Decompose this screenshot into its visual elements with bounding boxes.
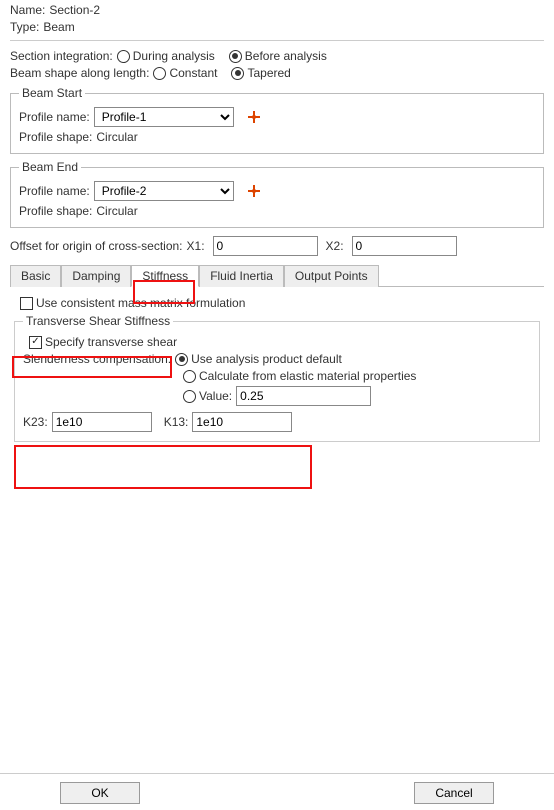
radio-tapered[interactable] bbox=[231, 67, 244, 80]
slenderness-label: Slenderness compensation: bbox=[23, 352, 171, 366]
k13-label: K13: bbox=[164, 415, 189, 429]
radio-constant[interactable] bbox=[153, 67, 166, 80]
k13-input[interactable] bbox=[192, 412, 292, 432]
beam-end-profile-select[interactable]: Profile-2 bbox=[94, 181, 234, 201]
k23-input[interactable] bbox=[52, 412, 152, 432]
k23-label: K23: bbox=[23, 415, 48, 429]
create-profile-icon[interactable] bbox=[246, 109, 262, 125]
beam-end-legend: Beam End bbox=[19, 160, 81, 174]
radio-analysis-default-label[interactable]: Use analysis product default bbox=[191, 352, 342, 366]
use-consistent-label[interactable]: Use consistent mass matrix formulation bbox=[36, 296, 245, 310]
beam-start-profile-select[interactable]: Profile-1 bbox=[94, 107, 234, 127]
beam-end-profile-shape-value: Circular bbox=[96, 204, 137, 218]
beam-start-profile-name-label: Profile name: bbox=[19, 110, 90, 124]
x2-label: X2: bbox=[326, 239, 344, 253]
tab-damping[interactable]: Damping bbox=[61, 265, 131, 287]
beam-start-profile-shape-label: Profile shape: bbox=[19, 130, 92, 144]
create-profile-icon[interactable] bbox=[246, 183, 262, 199]
beam-start-legend: Beam Start bbox=[19, 86, 85, 100]
radio-tapered-label[interactable]: Tapered bbox=[247, 66, 290, 80]
radio-value-label[interactable]: Value: bbox=[199, 389, 232, 403]
radio-before-analysis-label[interactable]: Before analysis bbox=[245, 49, 327, 63]
beam-end-profile-name-label: Profile name: bbox=[19, 184, 90, 198]
ok-button[interactable]: OK bbox=[60, 782, 140, 804]
radio-before-analysis[interactable] bbox=[229, 50, 242, 63]
radio-constant-label[interactable]: Constant bbox=[169, 66, 217, 80]
specify-transverse-checkbox[interactable]: ✓ bbox=[29, 336, 42, 349]
beam-end-profile-shape-label: Profile shape: bbox=[19, 204, 92, 218]
name-label: Name: bbox=[10, 3, 45, 17]
tab-stiffness[interactable]: Stiffness bbox=[131, 265, 199, 287]
x1-label: X1: bbox=[187, 239, 205, 253]
tab-fluid-inertia[interactable]: Fluid Inertia bbox=[199, 265, 284, 287]
cancel-button[interactable]: Cancel bbox=[414, 782, 494, 804]
tab-basic[interactable]: Basic bbox=[10, 265, 61, 287]
button-bar: OK Cancel bbox=[0, 773, 554, 804]
beam-start-group: Beam Start Profile name: Profile-1 Profi… bbox=[10, 86, 544, 154]
radio-elastic-props-label[interactable]: Calculate from elastic material properti… bbox=[199, 369, 416, 383]
radio-during-analysis[interactable] bbox=[117, 50, 130, 63]
offset-label: Offset for origin of cross-section: bbox=[10, 239, 183, 253]
x1-input[interactable] bbox=[213, 236, 318, 256]
name-value: Section-2 bbox=[49, 3, 100, 17]
tab-bar: Basic Damping Stiffness Fluid Inertia Ou… bbox=[10, 264, 544, 287]
type-label: Type: bbox=[10, 20, 39, 34]
divider bbox=[10, 40, 544, 41]
specify-transverse-label[interactable]: Specify transverse shear bbox=[45, 335, 177, 349]
transverse-shear-legend: Transverse Shear Stiffness bbox=[23, 314, 173, 328]
radio-elastic-props[interactable] bbox=[183, 370, 196, 383]
beam-start-profile-shape-value: Circular bbox=[96, 130, 137, 144]
x2-input[interactable] bbox=[352, 236, 457, 256]
stiffness-panel: Use consistent mass matrix formulation T… bbox=[10, 287, 544, 452]
radio-analysis-default[interactable] bbox=[175, 353, 188, 366]
type-value: Beam bbox=[43, 20, 74, 34]
beam-shape-label: Beam shape along length: bbox=[10, 66, 149, 80]
slenderness-value-input[interactable] bbox=[236, 386, 371, 406]
radio-during-analysis-label[interactable]: During analysis bbox=[133, 49, 215, 63]
tab-output-points[interactable]: Output Points bbox=[284, 265, 379, 287]
transverse-shear-group: Transverse Shear Stiffness ✓ Specify tra… bbox=[14, 314, 540, 442]
section-integration-label: Section integration: bbox=[10, 49, 113, 63]
radio-value[interactable] bbox=[183, 390, 196, 403]
beam-end-group: Beam End Profile name: Profile-2 Profile… bbox=[10, 160, 544, 228]
use-consistent-checkbox[interactable] bbox=[20, 297, 33, 310]
